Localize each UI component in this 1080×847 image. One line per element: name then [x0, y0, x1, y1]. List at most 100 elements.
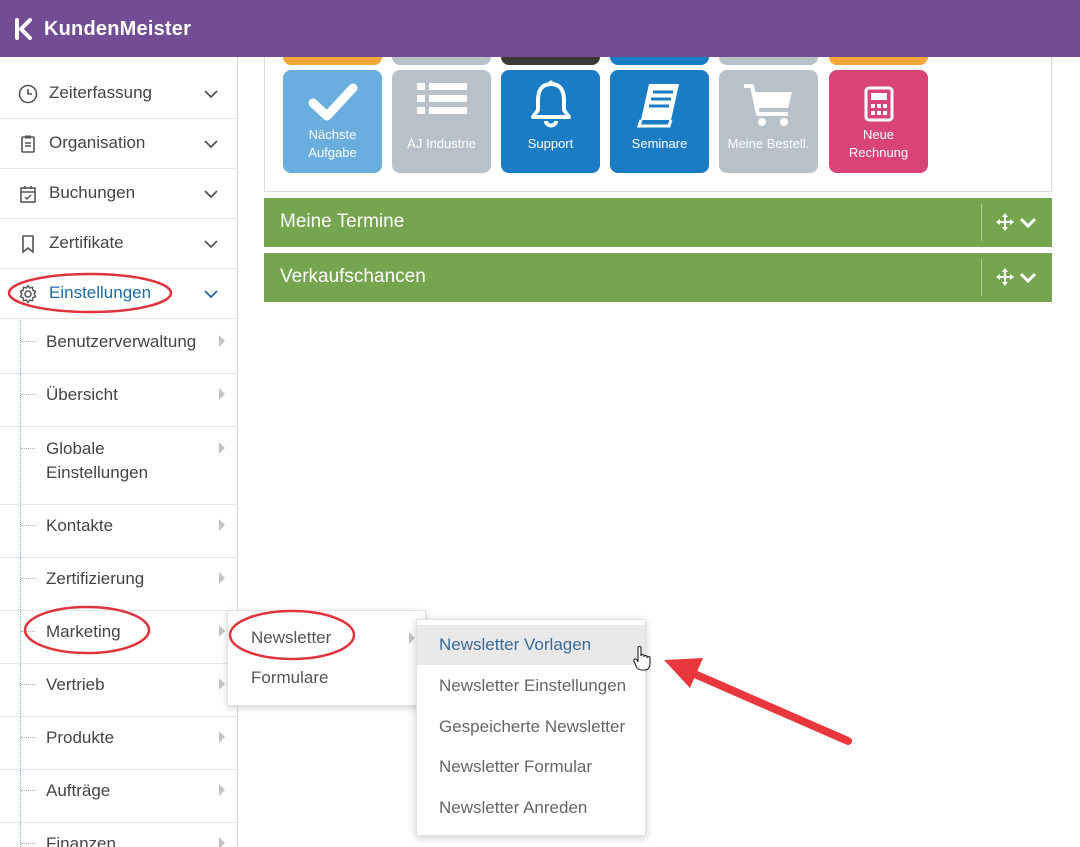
sidebar-subitem-label: Übersicht [46, 385, 118, 404]
tree-line [20, 374, 21, 426]
caret-right-icon [219, 837, 225, 847]
sidebar-subitem-label-line2: Einstellungen [46, 463, 149, 482]
sidebar-subitem-auftraege[interactable]: Aufträge [0, 770, 237, 823]
sidebar-item-buchungen[interactable]: Buchungen [0, 169, 237, 219]
tree-line [20, 427, 21, 504]
menu-item-newsletter-einstellungen[interactable]: Newsletter Einstellungen [417, 666, 645, 706]
tile-label-line2: Rechnung [848, 145, 909, 160]
sidebar: Zeiterfassung Organisation Buchungen Zer… [0, 57, 238, 847]
annotation-arrowhead [664, 658, 703, 688]
chevron-down-icon [204, 140, 218, 149]
sidebar-item-label: Einstellungen [49, 283, 152, 302]
list-icon [392, 80, 491, 130]
tile-label: AJ Industrie [407, 136, 476, 151]
sidebar-subitem-produkte[interactable]: Produkte [0, 717, 237, 770]
chevron-down-icon[interactable] [1019, 269, 1037, 287]
sidebar-subitem-marketing[interactable]: Marketing [0, 611, 237, 664]
sidebar-item-einstellungen[interactable]: Einstellungen [0, 269, 237, 319]
sidebar-subitem-label: Globale [46, 439, 105, 458]
tile-stub [610, 57, 709, 65]
tree-branch [21, 394, 35, 395]
menu-item-newsletter-formular[interactable]: Newsletter Formular [417, 747, 645, 787]
tile-label: Neue [862, 127, 895, 142]
menu-item-newsletter-anreden[interactable]: Newsletter Anreden [417, 788, 645, 828]
menu-item-gespeicherte-newsletter[interactable]: Gespeicherte Newsletter [417, 707, 645, 747]
tree-line [20, 717, 21, 769]
bookmark-icon [22, 235, 34, 254]
tree-branch [21, 525, 35, 526]
bell-icon [501, 80, 600, 130]
panel-title: Meine Termine [280, 211, 405, 232]
tree-branch [21, 790, 35, 791]
menu-item-newsletter-vorlagen[interactable]: Newsletter Vorlagen [417, 625, 645, 665]
marketing-submenu: Newsletter Formulare [227, 610, 426, 706]
tile-stub [719, 57, 818, 65]
gear-icon [19, 284, 37, 304]
caret-right-icon [219, 678, 225, 690]
brand-logo-icon [15, 18, 32, 40]
chevron-down-icon [204, 290, 218, 299]
panel-meine-termine[interactable]: Meine Termine [264, 198, 1052, 247]
brand-name: KundenMeister [44, 17, 192, 40]
chevron-down-icon [204, 240, 218, 249]
tile-aj-industrie[interactable]: AJ Industrie [392, 70, 491, 173]
sidebar-subitem-finanzen[interactable]: Finanzen [0, 823, 237, 847]
caret-right-icon [219, 388, 225, 400]
tile-neue-rechnung[interactable]: Neue Rechnung [829, 70, 928, 173]
sidebar-item-label: Zeiterfassung [49, 83, 152, 102]
sidebar-item-zertifikate[interactable]: Zertifikate [0, 219, 237, 269]
tree-branch [21, 684, 35, 685]
sidebar-subitem-label: Benutzerverwaltung [46, 332, 197, 351]
cart-icon [719, 80, 818, 130]
sidebar-subitem-label: Vertrieb [46, 675, 105, 694]
sidebar-subitem-benutzerverwaltung[interactable]: Benutzerverwaltung [0, 320, 237, 374]
tree-line [20, 505, 21, 557]
tree-branch [21, 631, 35, 632]
top-header: KundenMeister [0, 0, 1080, 57]
sidebar-subitem-uebersicht[interactable]: Übersicht [0, 374, 237, 427]
tile-stub [501, 57, 600, 65]
tree-branch [21, 448, 35, 449]
sidebar-subitem-kontakte[interactable]: Kontakte [0, 505, 237, 558]
move-icon[interactable] [995, 267, 1015, 287]
tile-label: Support [527, 136, 574, 151]
sidebar-subitem-zertifizierung[interactable]: Zertifizierung [0, 558, 237, 611]
tree-line [20, 558, 21, 610]
sidebar-subitem-globale-einstellungen[interactable]: Globale Einstellungen [0, 427, 237, 505]
tree-branch [21, 843, 35, 844]
sidebar-item-label: Zertifikate [49, 233, 124, 252]
menu-item-newsletter[interactable]: Newsletter [251, 628, 331, 648]
tile-stub [283, 57, 382, 65]
sidebar-subitem-label: Produkte [46, 728, 115, 747]
move-icon[interactable] [995, 212, 1015, 232]
sidebar-subitem-vertrieb[interactable]: Vertrieb [0, 664, 237, 717]
tile-label: Meine Bestell. [727, 136, 810, 151]
clipboard-icon [21, 135, 35, 153]
sidebar-subitem-label: Finanzen [46, 834, 116, 847]
menu-item-formulare[interactable]: Formulare [251, 668, 328, 688]
brand[interactable]: KundenMeister [14, 14, 191, 44]
caret-right-icon [219, 784, 225, 796]
tile-seminare[interactable]: Seminare [610, 70, 709, 173]
tile-support[interactable]: Support [501, 70, 600, 173]
caret-right-icon [219, 572, 225, 584]
caret-right-icon [219, 519, 225, 531]
caret-right-icon [219, 731, 225, 743]
divider [981, 259, 982, 296]
sidebar-item-label: Buchungen [49, 183, 136, 202]
sidebar-subitem-label: Zertifizierung [46, 569, 145, 588]
panel-verkaufschancen[interactable]: Verkaufschancen [264, 253, 1052, 302]
tree-line [20, 770, 21, 822]
calendar-check-icon [20, 186, 36, 203]
tile-meine-bestellungen[interactable]: Meine Bestell. [719, 70, 818, 173]
clock-icon [18, 84, 38, 104]
annotation-arrow [686, 668, 852, 745]
tree-branch [21, 737, 35, 738]
chevron-down-icon[interactable] [1019, 214, 1037, 232]
chevron-down-icon [204, 190, 218, 199]
caret-right-icon [219, 335, 225, 347]
sidebar-subitem-label: Kontakte [46, 516, 114, 535]
sidebar-item-zeiterfassung[interactable]: Zeiterfassung [0, 69, 237, 119]
tile-naechste-aufgabe[interactable]: Nächste Aufgabe [283, 70, 382, 173]
sidebar-item-organisation[interactable]: Organisation [0, 119, 237, 169]
